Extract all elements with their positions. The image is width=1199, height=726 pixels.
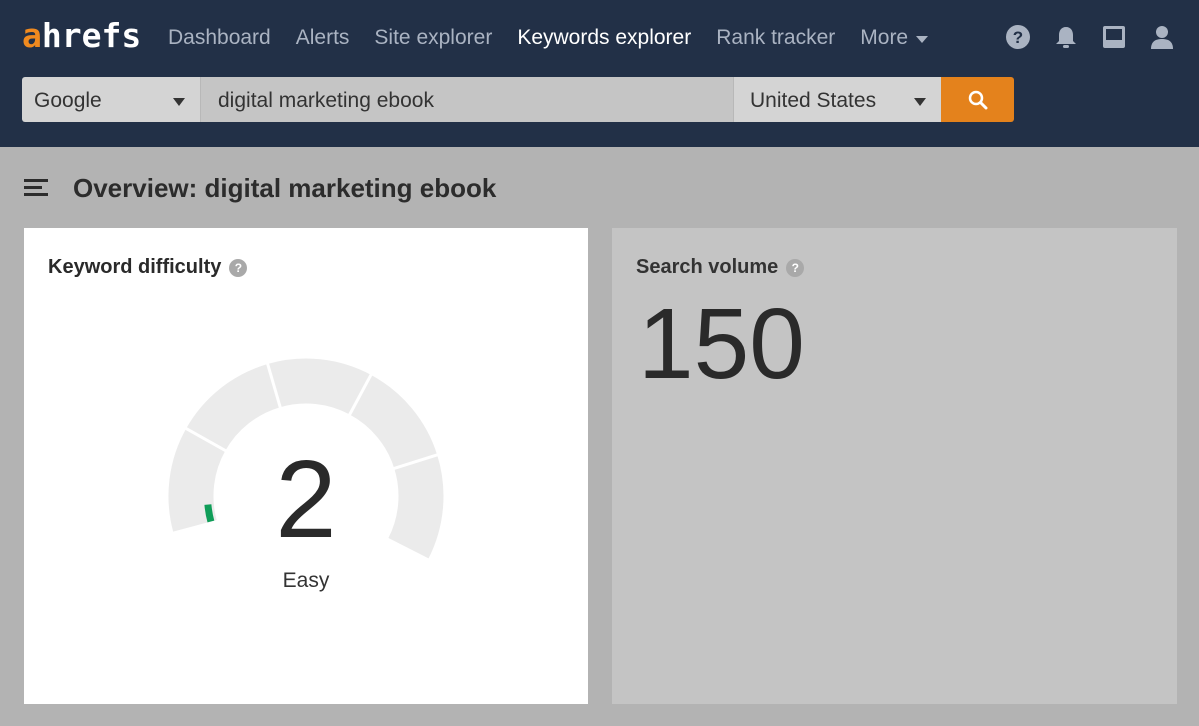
page-title: Overview: digital marketing ebook — [73, 173, 497, 203]
gauge-segment — [388, 454, 444, 559]
top-navigation-bar: ahrefs Dashboard Alerts Site explorer Ke… — [0, 0, 1199, 147]
main-nav: Dashboard Alerts Site explorer Keywords … — [168, 24, 953, 52]
chevron-down-icon — [173, 98, 185, 106]
bell-icon[interactable] — [1053, 24, 1079, 50]
nav-rank-tracker[interactable]: Rank tracker — [716, 24, 835, 52]
hamburger-menu-icon[interactable] — [24, 176, 48, 198]
nav-dashboard[interactable]: Dashboard — [168, 24, 271, 52]
inbox-icon[interactable] — [1101, 24, 1127, 50]
gauge-segment — [267, 358, 371, 415]
search-bar: Google digital marketing ebook United St… — [22, 77, 1014, 122]
search-volume-title: Search volume — [636, 256, 779, 278]
nav-site-explorer[interactable]: Site explorer — [374, 24, 492, 52]
nav-more-dropdown[interactable]: More — [860, 24, 929, 52]
nav-alerts[interactable]: Alerts — [296, 24, 350, 52]
nav-more-label: More — [860, 26, 909, 49]
nav-keywords-explorer[interactable]: Keywords explorer — [517, 24, 691, 52]
country-value: United States — [750, 89, 877, 112]
keyword-difficulty-card: Keyword difficulty ? 2 Easy — [24, 228, 588, 704]
gauge-segment — [186, 363, 281, 452]
chevron-down-icon — [914, 98, 926, 106]
search-volume-card: Search volume ? 150 — [612, 228, 1177, 704]
search-volume-title-row: Search volume ? — [636, 256, 805, 279]
keyword-search-input[interactable]: digital marketing ebook — [200, 77, 733, 122]
help-icon[interactable]: ? — [786, 258, 805, 277]
keyword-difficulty-value: 2 — [275, 438, 337, 561]
header-icons: ? — [1005, 24, 1175, 50]
keyword-difficulty-label: Easy — [282, 569, 330, 592]
search-icon — [968, 90, 987, 109]
ahrefs-logo[interactable]: ahrefs — [22, 14, 141, 58]
country-select[interactable]: United States — [733, 77, 941, 122]
search-button[interactable] — [941, 77, 1014, 122]
svg-text:?: ? — [1013, 28, 1023, 47]
chevron-down-icon — [916, 35, 929, 43]
search-engine-value: Google — [34, 89, 102, 112]
search-engine-select[interactable]: Google — [22, 77, 200, 122]
user-icon[interactable] — [1149, 24, 1175, 50]
search-volume-value: 150 — [638, 288, 805, 400]
help-icon[interactable]: ? — [1005, 24, 1031, 50]
